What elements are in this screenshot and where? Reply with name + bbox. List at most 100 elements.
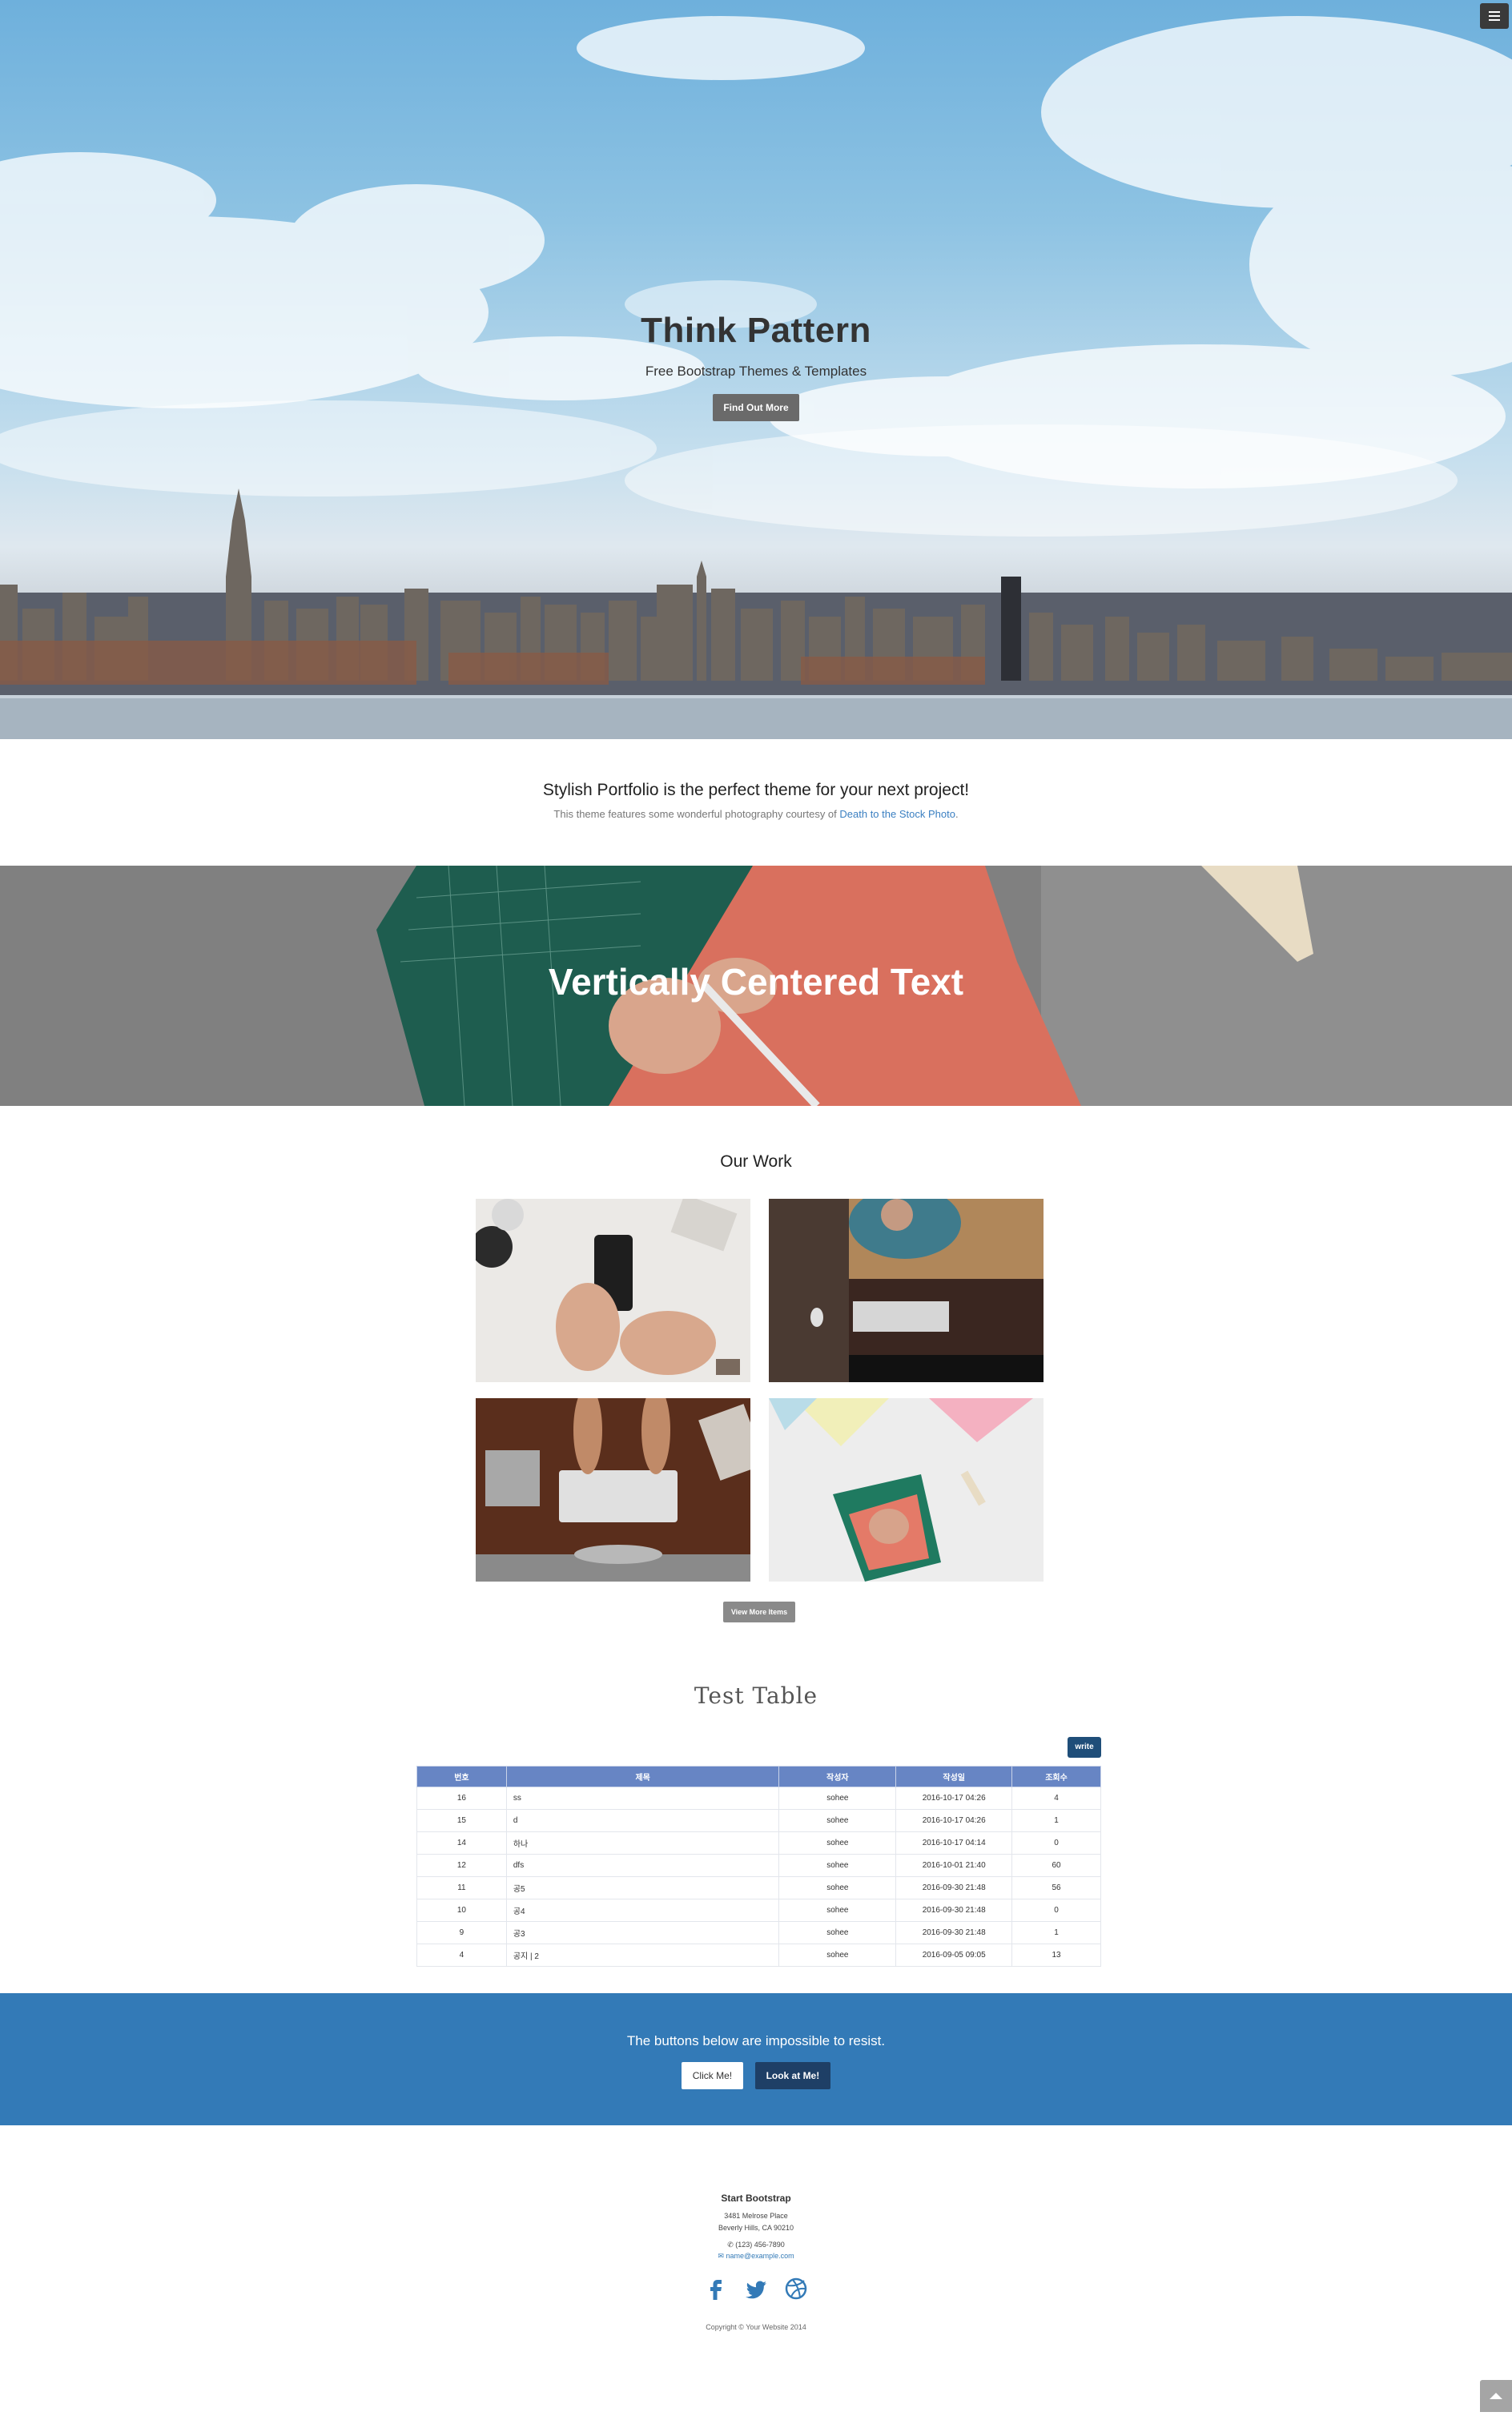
about-heading: Stylish Portfolio is the perfect theme f… bbox=[542, 781, 970, 799]
portfolio-item-keyboard[interactable] bbox=[476, 1398, 750, 1582]
cell-date: 2016-10-01 21:40 bbox=[895, 1854, 1013, 1877]
cell-views: 1 bbox=[1011, 1809, 1101, 1832]
cell-number: 12 bbox=[416, 1854, 507, 1877]
cell-author: sohee bbox=[778, 1944, 897, 1967]
cell-number: 10 bbox=[416, 1899, 507, 1922]
view-more-items-button[interactable]: View More Items bbox=[723, 1602, 795, 1622]
footer-phone: ✆ (123) 456-7890 bbox=[0, 2241, 1512, 2249]
cell-title-link[interactable]: 공지 | 2 bbox=[505, 1944, 780, 1967]
cell-date: 2016-10-17 04:26 bbox=[895, 1809, 1013, 1832]
cell-number: 16 bbox=[416, 1787, 507, 1810]
footer-brand: Start Bootstrap bbox=[721, 2193, 791, 2204]
table-title: Test Table bbox=[694, 1682, 818, 1709]
cell-date: 2016-10-17 04:14 bbox=[895, 1831, 1013, 1855]
find-out-more-button[interactable]: Find Out More bbox=[713, 394, 799, 421]
cell-views: 0 bbox=[1011, 1899, 1101, 1922]
cell-author: sohee bbox=[778, 1899, 897, 1922]
table-header-row: 번호 제목 작성자 작성일 조회수 bbox=[416, 1766, 1101, 1787]
cta-buttons: Click Me! Look at Me! bbox=[0, 2062, 1512, 2089]
cell-author: sohee bbox=[778, 1876, 897, 1899]
call-to-action-section: The buttons below are impossible to resi… bbox=[0, 1993, 1512, 2125]
portfolio-item-paper[interactable] bbox=[769, 1398, 1044, 1582]
chevron-up-icon bbox=[1490, 2393, 1502, 2399]
portfolio-item-phone[interactable] bbox=[476, 1199, 750, 1382]
cell-date: 2016-09-30 21:48 bbox=[895, 1899, 1013, 1922]
social-links bbox=[0, 2277, 1512, 2301]
envelope-icon: ✉ bbox=[718, 2252, 724, 2260]
hero-section: Think Pattern Free Bootstrap Themes & Te… bbox=[0, 0, 1512, 739]
twitter-icon[interactable] bbox=[745, 2277, 767, 2301]
table-row[interactable]: 10 공4 sohee 2016-09-30 21:48 0 bbox=[416, 1899, 1101, 1922]
table-row[interactable]: 4 공지 | 2 sohee 2016-09-05 09:05 13 bbox=[416, 1944, 1101, 1967]
cell-views: 4 bbox=[1011, 1787, 1101, 1810]
keyboard-photo bbox=[476, 1398, 750, 1582]
phone-number: (123) 456-7890 bbox=[735, 2241, 785, 2249]
paper-crafts-photo bbox=[769, 1398, 1044, 1582]
callout-section: Vertically Centered Text bbox=[0, 866, 1512, 1106]
cta-text: The buttons below are impossible to resi… bbox=[626, 2033, 886, 2048]
footer-email[interactable]: ✉ name@example.com bbox=[0, 2252, 1512, 2261]
cell-views: 56 bbox=[1011, 1876, 1101, 1899]
portfolio-item-desk[interactable] bbox=[769, 1199, 1044, 1382]
cell-number: 4 bbox=[416, 1944, 507, 1967]
hero-content: Think Pattern Free Bootstrap Themes & Te… bbox=[0, 311, 1512, 421]
desk-photo bbox=[769, 1199, 1044, 1382]
phone-photo bbox=[476, 1199, 750, 1382]
cell-author: sohee bbox=[778, 1831, 897, 1855]
scroll-to-top-button[interactable] bbox=[1480, 2380, 1512, 2412]
cell-title-link[interactable]: dfs bbox=[505, 1854, 780, 1877]
column-header: 작성자 bbox=[778, 1766, 897, 1787]
cell-number: 14 bbox=[416, 1831, 507, 1855]
about-section: Stylish Portfolio is the perfect theme f… bbox=[0, 739, 1512, 866]
cell-title-link[interactable]: ss bbox=[505, 1787, 780, 1810]
cell-title-link[interactable]: 공5 bbox=[505, 1876, 780, 1899]
look-at-me-button[interactable]: Look at Me! bbox=[754, 2062, 831, 2089]
hero-subtitle: Free Bootstrap Themes & Templates bbox=[645, 364, 867, 379]
hero-title: Think Pattern bbox=[641, 311, 871, 350]
cell-date: 2016-10-17 04:26 bbox=[895, 1787, 1013, 1810]
address-line-1: 3481 Melrose Place bbox=[724, 2212, 788, 2220]
cell-number: 11 bbox=[416, 1876, 507, 1899]
cell-author: sohee bbox=[778, 1787, 897, 1810]
table-row[interactable]: 16 ss sohee 2016-10-17 04:26 4 bbox=[416, 1787, 1101, 1810]
table-row[interactable]: 15 d sohee 2016-10-17 04:26 1 bbox=[416, 1809, 1101, 1832]
portfolio-section: Our Work View More Items bbox=[0, 1106, 1512, 1658]
dribbble-icon[interactable] bbox=[785, 2277, 807, 2301]
about-text: This theme features some wonderful photo… bbox=[0, 808, 1512, 820]
cell-title-link[interactable]: d bbox=[505, 1809, 780, 1832]
cell-views: 60 bbox=[1011, 1854, 1101, 1877]
cell-number: 9 bbox=[416, 1921, 507, 1944]
stock-photo-link[interactable]: Death to the Stock Photo bbox=[839, 808, 955, 820]
column-header: 조회수 bbox=[1011, 1766, 1101, 1787]
table-row[interactable]: 11 공5 sohee 2016-09-30 21:48 56 bbox=[416, 1876, 1101, 1899]
about-text-prefix: This theme features some wonderful photo… bbox=[553, 808, 840, 820]
cell-author: sohee bbox=[778, 1809, 897, 1832]
footer-address: 3481 Melrose Place Beverly Hills, CA 902… bbox=[0, 2210, 1512, 2234]
cell-date: 2016-09-30 21:48 bbox=[895, 1876, 1013, 1899]
table-row[interactable]: 9 공3 sohee 2016-09-30 21:48 1 bbox=[416, 1921, 1101, 1944]
portfolio-heading: Our Work bbox=[720, 1152, 792, 1171]
cell-author: sohee bbox=[778, 1921, 897, 1944]
email-link[interactable]: name@example.com bbox=[726, 2252, 794, 2260]
click-me-button[interactable]: Click Me! bbox=[681, 2062, 744, 2089]
table-row[interactable]: 12 dfs sohee 2016-10-01 21:40 60 bbox=[416, 1854, 1101, 1877]
column-header: 제목 bbox=[505, 1766, 780, 1787]
column-header: 작성일 bbox=[895, 1766, 1013, 1787]
cell-number: 15 bbox=[416, 1809, 507, 1832]
cell-title-link[interactable]: 하나 bbox=[505, 1831, 780, 1855]
footer: Start Bootstrap 3481 Melrose Place Bever… bbox=[0, 2125, 1512, 2412]
table-row[interactable]: 14 하나 sohee 2016-10-17 04:14 0 bbox=[416, 1831, 1101, 1855]
about-text-suffix: . bbox=[955, 808, 959, 820]
cell-views: 1 bbox=[1011, 1921, 1101, 1944]
copyright-text: Copyright © Your Website 2014 bbox=[706, 2323, 806, 2331]
menu-toggle-button[interactable] bbox=[1480, 3, 1509, 29]
board-table: 번호 제목 작성자 작성일 조회수 16 ss sohee 2016-10-17… bbox=[416, 1766, 1101, 1967]
write-button[interactable]: write bbox=[1068, 1737, 1101, 1758]
cell-date: 2016-09-05 09:05 bbox=[895, 1944, 1013, 1967]
cell-title-link[interactable]: 공4 bbox=[505, 1899, 780, 1922]
cell-date: 2016-09-30 21:48 bbox=[895, 1921, 1013, 1944]
facebook-icon[interactable] bbox=[705, 2277, 727, 2301]
cell-author: sohee bbox=[778, 1854, 897, 1877]
cell-title-link[interactable]: 공3 bbox=[505, 1921, 780, 1944]
cell-views: 13 bbox=[1011, 1944, 1101, 1967]
